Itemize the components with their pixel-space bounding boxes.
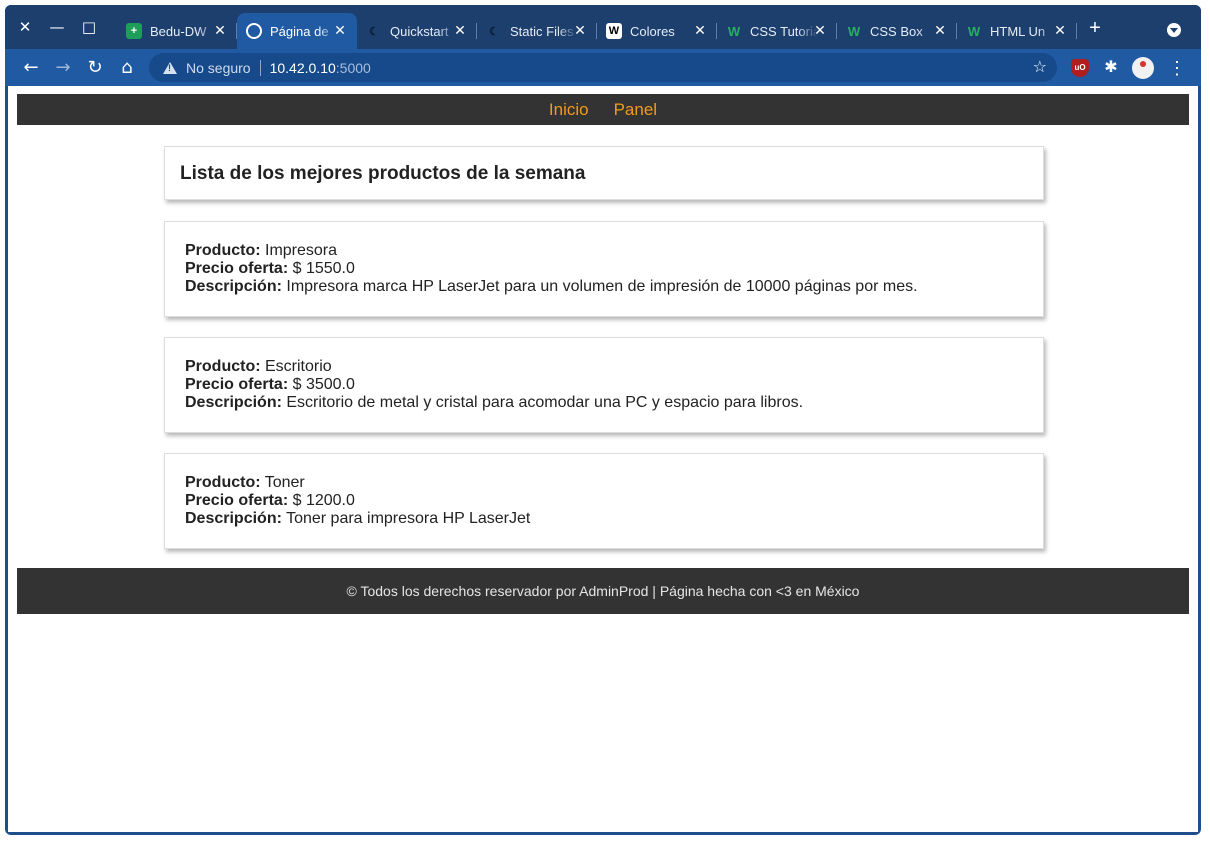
tab-title: Colores <box>630 23 675 39</box>
bookmark-star-icon[interactable]: ☆ <box>1033 57 1047 76</box>
price-label: Precio oferta: <box>185 376 289 393</box>
close-tab-icon[interactable]: ✕ <box>331 22 349 40</box>
tab-title: HTML Un <box>990 23 1046 39</box>
page-viewport: Inicio Panel Lista de los mejores produc… <box>8 86 1198 832</box>
product-name-row: Producto: Escritorio <box>185 358 1023 376</box>
product-description: Escritorio de metal y cristal para acomo… <box>286 394 804 411</box>
product-label: Producto: <box>185 474 261 491</box>
tab-title: Quickstart <box>390 23 449 39</box>
minimize-window-icon[interactable]: — <box>47 17 67 37</box>
address-divider <box>259 59 261 76</box>
globe-icon <box>246 23 262 39</box>
moon-icon: ☾ <box>369 25 379 38</box>
product-price: $ 1550.0 <box>292 260 355 277</box>
product-label: Producto: <box>185 358 261 375</box>
product-name-row: Producto: Impresora <box>185 242 1023 260</box>
tab-list: + Bedu-DW ✕ Página de ✕ ☾ Quickstart ✕ ☾… <box>117 13 1077 49</box>
product-name-row: Producto: Toner <box>185 474 1023 492</box>
tab-title: CSS Box <box>870 23 923 39</box>
close-tab-icon[interactable]: ✕ <box>1051 22 1069 40</box>
tab-title: Página de <box>270 23 329 39</box>
sheets-icon: + <box>126 23 142 39</box>
product-price-row: Precio oferta: $ 3500.0 <box>185 376 1023 394</box>
nav-link-panel[interactable]: Panel <box>614 100 657 120</box>
tab-bedu[interactable]: + Bedu-DW ✕ <box>117 13 237 49</box>
price-label: Precio oferta: <box>185 492 289 509</box>
maximize-window-icon[interactable]: □ <box>79 17 99 37</box>
close-tab-icon[interactable]: ✕ <box>931 22 949 40</box>
reload-icon[interactable]: ↻ <box>83 56 107 80</box>
product-price: $ 3500.0 <box>292 376 355 393</box>
address-bar[interactable]: No seguro 10.42.0.10:5000 ☆ <box>149 53 1057 82</box>
product-price-row: Precio oferta: $ 1550.0 <box>185 260 1023 278</box>
moon-icon: ☾ <box>489 25 499 38</box>
home-icon[interactable]: ⌂ <box>115 56 139 80</box>
description-label: Descripción: <box>185 278 282 295</box>
browser-toolbar: ← → ↻ ⌂ No seguro 10.42.0.10:5000 ☆ uO ✱… <box>5 49 1201 86</box>
product-name: Toner <box>264 474 305 491</box>
product-description-row: Descripción: Toner para impresora HP Las… <box>185 510 1023 528</box>
close-window-icon[interactable]: ✕ <box>15 17 35 37</box>
ublock-icon[interactable]: uO <box>1071 59 1089 77</box>
product-label: Producto: <box>185 242 261 259</box>
wikipedia-icon: W <box>606 23 622 39</box>
close-tab-icon[interactable]: ✕ <box>691 22 709 40</box>
close-tab-icon[interactable]: ✕ <box>211 22 229 40</box>
forward-icon[interactable]: → <box>51 56 75 80</box>
close-tab-icon[interactable]: ✕ <box>811 22 829 40</box>
w3schools-icon: W <box>847 23 861 39</box>
warning-icon <box>163 61 177 74</box>
product-description-row: Descripción: Escritorio de metal y crist… <box>185 394 1023 412</box>
product-name: Impresora <box>265 242 338 259</box>
close-tab-icon[interactable]: ✕ <box>451 22 469 40</box>
product-card: Producto: Toner Precio oferta: $ 1200.0 … <box>164 453 1044 549</box>
price-label: Precio oferta: <box>185 260 289 277</box>
back-icon[interactable]: ← <box>19 56 43 80</box>
url-host: 10.42.0.10 <box>269 59 336 76</box>
tab-static-files[interactable]: ☾ Static Files ✕ <box>477 13 597 49</box>
extensions-puzzle-icon[interactable]: ✱ <box>1102 59 1120 77</box>
product-description: Impresora marca HP LaserJet para un volu… <box>286 278 918 295</box>
tab-divider <box>1076 23 1077 39</box>
security-label[interactable]: No seguro <box>186 60 251 76</box>
description-label: Descripción: <box>185 510 282 527</box>
tab-strip: ✕ — □ + Bedu-DW ✕ Página de ✕ ☾ Quicksta… <box>5 5 1201 53</box>
product-description-row: Descripción: Impresora marca HP LaserJet… <box>185 278 1023 296</box>
tab-quickstart[interactable]: ☾ Quickstart ✕ <box>357 13 477 49</box>
profile-avatar[interactable] <box>1132 57 1154 79</box>
product-description: Toner para impresora HP LaserJet <box>286 510 531 527</box>
page-title: Lista de los mejores productos de la sem… <box>180 163 586 184</box>
tab-css-box[interactable]: W CSS Box ✕ <box>837 13 957 49</box>
product-price-row: Precio oferta: $ 1200.0 <box>185 492 1023 510</box>
tab-title: Bedu-DW <box>150 23 207 39</box>
tab-colores[interactable]: W Colores ✕ <box>597 13 717 49</box>
footer-text: © Todos los derechos reservador por Admi… <box>346 583 860 599</box>
product-card: Producto: Escritorio Precio oferta: $ 35… <box>164 337 1044 433</box>
w3schools-icon: W <box>727 23 741 39</box>
product-name: Escritorio <box>265 358 332 375</box>
tab-title: Static Files <box>510 23 574 39</box>
tab-search-icon[interactable] <box>1167 23 1181 37</box>
browser-window: ✕ — □ + Bedu-DW ✕ Página de ✕ ☾ Quicksta… <box>5 5 1201 835</box>
new-tab-icon[interactable]: + <box>1085 18 1105 39</box>
product-card: Producto: Impresora Precio oferta: $ 155… <box>164 221 1044 317</box>
tab-title: CSS Tutorial <box>750 23 818 39</box>
site-footer: © Todos los derechos reservador por Admi… <box>17 568 1189 614</box>
url-port: :5000 <box>335 59 371 76</box>
site-navbar: Inicio Panel <box>17 94 1189 125</box>
description-label: Descripción: <box>185 394 282 411</box>
tab-html-un[interactable]: W HTML Un ✕ <box>957 13 1077 49</box>
w3schools-icon: W <box>967 23 981 39</box>
close-tab-icon[interactable]: ✕ <box>571 22 589 40</box>
kebab-menu-icon[interactable]: ⋮ <box>1168 57 1186 79</box>
heading-card: Lista de los mejores productos de la sem… <box>164 146 1044 200</box>
product-price: $ 1200.0 <box>292 492 355 509</box>
tab-css-tutorial[interactable]: W CSS Tutorial ✕ <box>717 13 837 49</box>
tab-pagina-active[interactable]: Página de ✕ <box>237 13 357 49</box>
nav-link-inicio[interactable]: Inicio <box>549 100 589 120</box>
